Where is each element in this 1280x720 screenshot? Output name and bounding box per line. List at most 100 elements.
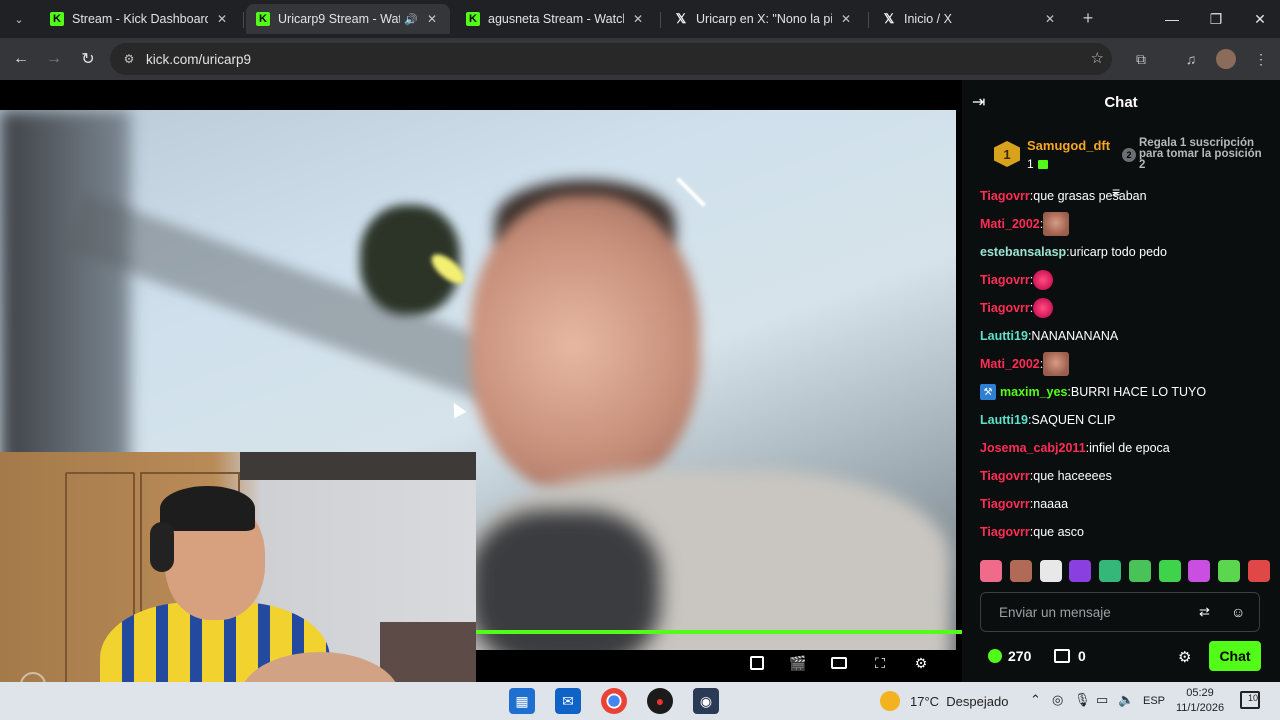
site-info-icon[interactable]: ⚙ [118,52,140,66]
quick-emote-icon[interactable] [1218,560,1241,582]
clip-icon[interactable]: 🎬 [789,654,807,672]
forward-arrow-icon[interactable]: → [41,46,67,72]
chat-username[interactable]: Josema_cabj2011 [980,441,1086,455]
mini-player-icon[interactable] [748,654,766,672]
rewards-chest[interactable]: 0 [1054,648,1086,664]
chat-settings-gear-icon[interactable]: ⚙ [1178,648,1191,666]
close-window-icon[interactable]: ✕ [1238,0,1280,38]
tab-kick-dashboard[interactable]: K Stream - Kick Dashboard ✕ [40,4,240,34]
back-arrow-icon[interactable]: ← [8,46,34,72]
app-icon[interactable]: ◉ [693,688,719,714]
obs-icon[interactable]: ● [647,688,673,714]
speaker-icon[interactable]: 🔊 [404,13,418,26]
leaderboard-username[interactable]: Samugod_dft [1027,138,1110,153]
chat-input-box[interactable]: ⇄ ☺ [980,592,1260,632]
chat-username[interactable]: Tiagovrr [980,497,1030,511]
translate-icon[interactable]: ⇄ [1199,604,1210,620]
new-tab-plus-icon[interactable]: + [1078,8,1098,28]
address-bar[interactable]: ⚙ kick.com/uricarp9 ☆ [110,43,1112,75]
media-control-icon[interactable]: ♫ [1180,48,1202,70]
chat-text: uricarp todo pedo [1069,245,1167,259]
quick-emote-icon[interactable] [1247,560,1270,582]
tray-app-icon[interactable]: ◎ [1052,692,1063,708]
tab-uricarp-x[interactable]: 𝕏 Uricarp en X: "Nono la pinta ✕ [664,4,864,34]
settings-gear-icon[interactable]: ⚙ [912,654,930,672]
gift-cta-text[interactable]: Regala 1 suscripción para tomar la posic… [1139,137,1269,171]
chat-username[interactable]: estebansalasp [980,245,1066,259]
kick-logo-icon: K [466,12,480,26]
chat-username[interactable]: Lautti19 [980,329,1028,343]
chat-username[interactable]: Tiagovrr [980,301,1030,315]
emoji-smile-icon[interactable]: ☺ [1231,604,1245,620]
tab-agusneta-stream[interactable]: K agusneta Stream - Watch Live ✕ [456,4,656,34]
quick-emote-icon[interactable] [1099,560,1122,582]
sub-gift-leaderboard: 1 Samugod_dft 1 2 Regala 1 suscripción p… [992,137,1262,198]
chat-username[interactable]: Mati_2002 [980,217,1040,231]
face-emote-icon[interactable] [1043,212,1070,236]
chat-message-input[interactable] [981,593,1191,631]
microsoft-store-icon[interactable]: ▦ [509,688,535,714]
tab-search-chevron-icon[interactable]: ⌄ [8,8,30,30]
quick-emote-icon[interactable] [1009,560,1032,582]
input-language[interactable]: ESP [1143,695,1165,707]
minimize-icon[interactable]: — [1150,0,1194,38]
quick-emote-icon[interactable] [1188,560,1211,582]
bookmark-star-icon[interactable]: ☆ [1091,49,1104,67]
quick-emote-icon[interactable] [1039,560,1062,582]
chat-username[interactable]: Tiagovrr [980,190,1030,203]
reload-icon[interactable]: ↻ [75,46,101,72]
points-coin-icon [988,649,1002,663]
collapse-chat-icon[interactable]: ⇥ [972,92,985,112]
heart-emote-icon[interactable] [1033,270,1054,290]
microphone-icon[interactable]: 🎙 [1074,692,1091,708]
outlook-icon[interactable]: ✉ [555,688,581,714]
network-icon[interactable]: ▭ [1096,692,1108,708]
chat-username[interactable]: Tiagovrr [980,469,1030,483]
extensions-puzzle-icon[interactable]: ⧉ [1130,48,1152,70]
channel-points[interactable]: 270 [988,648,1031,664]
chat-username[interactable]: maxim_yes [1000,385,1067,399]
chat-header: ⇥ Chat [962,80,1280,124]
quick-emote-icon[interactable] [980,560,1002,582]
points-value: 270 [1008,648,1032,664]
quick-emote-icon[interactable] [1069,560,1092,582]
quick-emote-icon[interactable] [1158,560,1181,582]
tray-chevron-icon[interactable]: ⌃ [1030,692,1041,708]
theater-mode-icon[interactable] [830,654,848,672]
quick-emote-icon[interactable] [1128,560,1151,582]
chat-username[interactable]: Mati_2002 [980,357,1040,371]
tab-title: Uricarp en X: "Nono la pinta [696,12,832,26]
close-icon[interactable]: ✕ [838,12,854,26]
volume-icon[interactable]: 🔈 [1118,692,1134,708]
close-icon[interactable]: ✕ [424,12,440,26]
chat-username[interactable]: Lautti19 [980,413,1028,427]
tab-title: Stream - Kick Dashboard [72,12,208,26]
weather-moon-icon[interactable] [880,691,900,711]
url-text[interactable]: kick.com/uricarp9 [146,52,251,67]
close-icon[interactable]: ✕ [214,12,230,26]
close-icon[interactable]: ✕ [630,12,646,26]
video-background [0,110,130,470]
fullscreen-icon[interactable]: ⛶ [871,654,889,672]
close-icon[interactable]: ✕ [1042,12,1058,26]
chat-username[interactable]: Tiagovrr [980,273,1030,287]
webcam-background [240,452,476,480]
clock[interactable]: 05:29 11/1/2026 [1170,686,1230,716]
chrome-icon[interactable] [601,688,627,714]
notification-center-icon[interactable]: 10 [1240,691,1260,709]
tab-uricarp9-stream[interactable]: K Uricarp9 Stream - Watch Live 🔊 ✕ [246,4,450,34]
chat-text: naaaa [1033,497,1069,511]
chat-username[interactable]: Tiagovrr [980,525,1030,539]
video-player[interactable]: 🎬 ⛶ ⚙ [0,80,962,720]
tab-inicio-x[interactable]: 𝕏 Inicio / X ✕ [872,4,1068,34]
restore-icon[interactable]: ❐ [1194,0,1238,38]
heart-emote-icon[interactable] [1033,298,1054,318]
streamer-webcam-overlay [0,452,476,720]
send-chat-button[interactable]: Chat [1209,641,1261,671]
profile-avatar[interactable] [1215,48,1237,70]
face-emote-icon[interactable] [1043,352,1070,376]
chat-text: que asco [1033,525,1085,539]
weather-widget[interactable]: 17°C Despejado [910,694,1008,709]
live-progress-bar[interactable] [476,630,962,634]
menu-kebab-icon[interactable]: ⋮ [1250,48,1272,70]
